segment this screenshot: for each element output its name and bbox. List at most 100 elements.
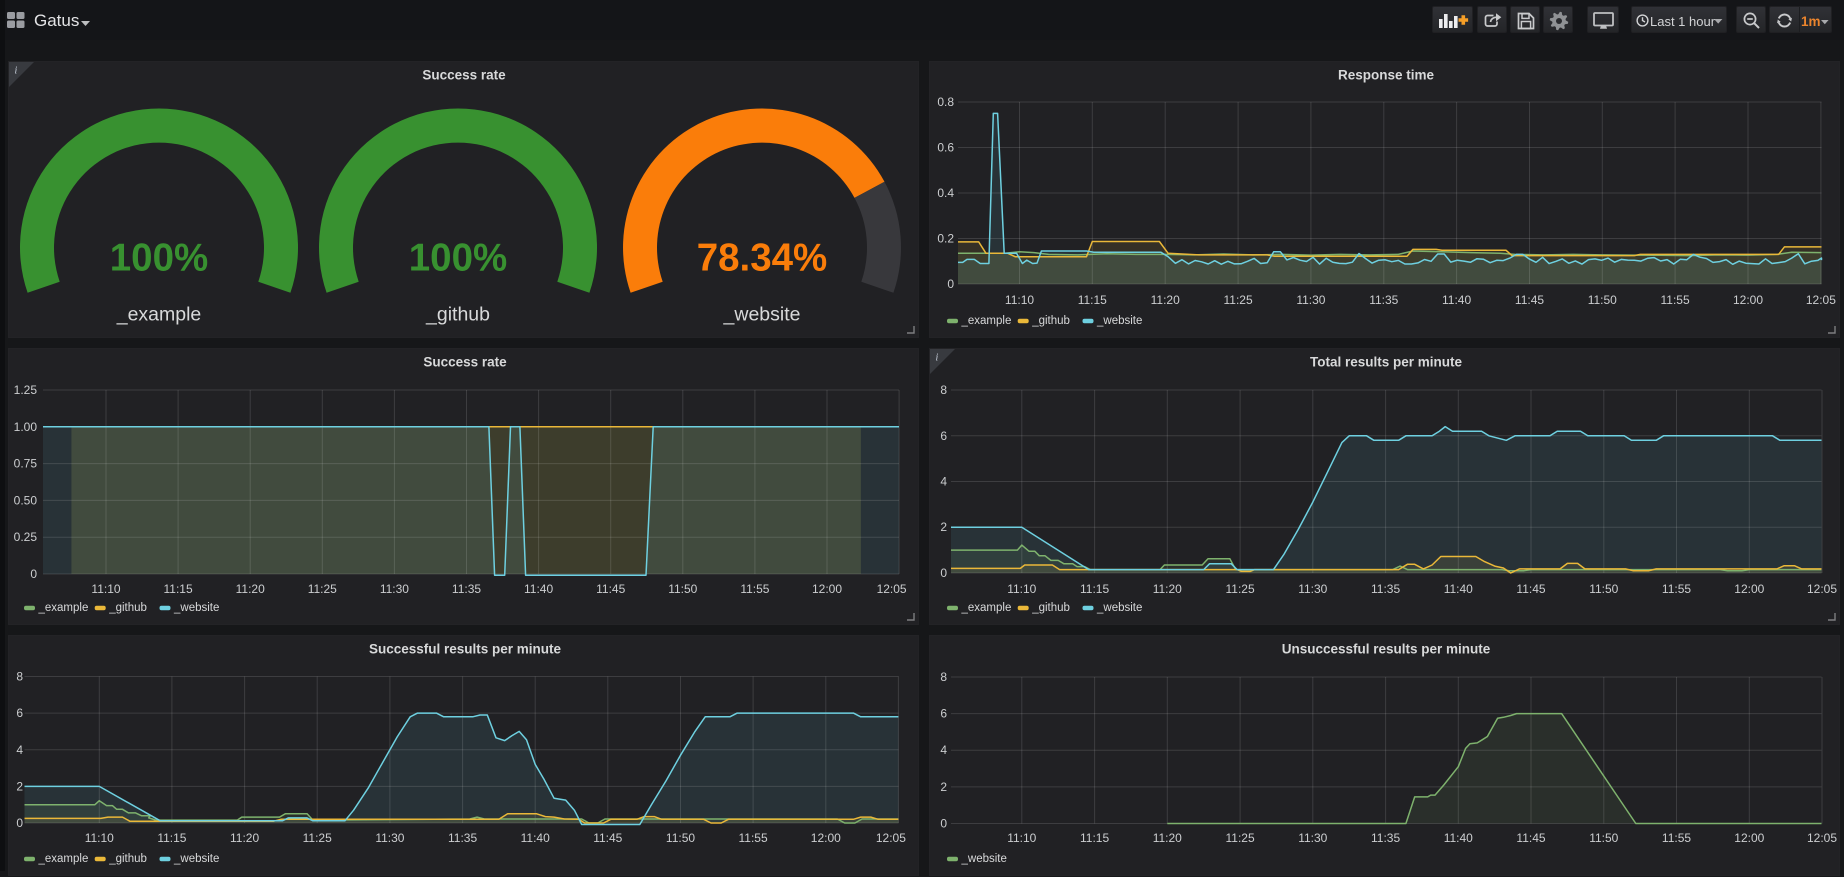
svg-text:11:55: 11:55 [740,582,769,596]
svg-text:0: 0 [940,817,947,831]
svg-text:11:10: 11:10 [1005,293,1034,307]
svg-text:11:10: 11:10 [1007,582,1036,596]
svg-text:4: 4 [940,475,947,489]
svg-text:11:15: 11:15 [1080,582,1109,596]
svg-text:i: i [15,66,18,77]
svg-text:11:10: 11:10 [91,582,120,596]
svg-text:_example: _example [38,853,89,865]
svg-text:11:20: 11:20 [1151,293,1180,307]
svg-text:11:50: 11:50 [1589,831,1618,845]
svg-text:1.00: 1.00 [14,420,38,434]
svg-text:11:15: 11:15 [157,831,186,845]
svg-text:i: i [936,353,939,364]
svg-text:11:15: 11:15 [1080,831,1109,845]
svg-text:11:35: 11:35 [1371,582,1400,596]
svg-text:1.25: 1.25 [14,383,38,397]
svg-text:11:10: 11:10 [1007,831,1036,845]
svg-text:Success rate: Success rate [422,68,506,83]
svg-text:100%: 100% [110,237,208,280]
svg-text:11:30: 11:30 [375,831,404,845]
svg-text:8: 8 [940,383,947,397]
svg-text:12:05: 12:05 [876,831,906,845]
svg-text:11:25: 11:25 [1226,582,1255,596]
svg-text:8: 8 [16,670,23,684]
svg-text:_github: _github [1031,315,1070,327]
svg-text:11:30: 11:30 [1296,293,1325,307]
svg-text:11:55: 11:55 [739,831,768,845]
svg-text:11:40: 11:40 [1444,582,1473,596]
svg-text:100%: 100% [409,237,507,280]
svg-text:_github: _github [425,304,490,326]
svg-text:0.2: 0.2 [937,232,954,246]
svg-text:11:35: 11:35 [448,831,477,845]
svg-text:_github: _github [1031,602,1070,614]
svg-text:12:00: 12:00 [812,582,842,596]
svg-text:12:05: 12:05 [1807,831,1837,845]
svg-text:_example: _example [961,602,1012,614]
svg-text:11:35: 11:35 [1371,831,1400,845]
svg-text:11:20: 11:20 [1153,582,1182,596]
svg-text:6: 6 [940,707,947,721]
svg-text:0: 0 [30,567,37,581]
svg-text:2: 2 [16,779,23,793]
svg-text:11:35: 11:35 [1369,293,1398,307]
svg-text:11:45: 11:45 [596,582,625,596]
svg-text:12:05: 12:05 [1807,582,1837,596]
svg-text:_github: _github [108,853,147,865]
svg-text:11:25: 11:25 [1226,831,1255,845]
svg-text:11:50: 11:50 [1588,293,1617,307]
svg-text:11:20: 11:20 [1153,831,1182,845]
svg-text:11:25: 11:25 [308,582,337,596]
svg-text:0: 0 [940,566,947,580]
svg-text:11:40: 11:40 [1444,831,1473,845]
svg-text:Response time: Response time [1338,68,1435,83]
svg-text:11:55: 11:55 [1662,582,1691,596]
svg-text:_website: _website [961,853,1007,865]
svg-text:Success rate: Success rate [423,355,507,370]
svg-text:2: 2 [940,780,947,794]
svg-text:Unsuccessful results per minut: Unsuccessful results per minute [1282,642,1491,657]
svg-text:0.50: 0.50 [14,493,38,507]
svg-text:11:10: 11:10 [85,831,114,845]
svg-text:12:00: 12:00 [811,831,841,845]
svg-text:11:45: 11:45 [593,831,622,845]
svg-text:11:25: 11:25 [303,831,332,845]
svg-text:11:15: 11:15 [164,582,193,596]
svg-text:11:55: 11:55 [1662,831,1691,845]
svg-text:11:45: 11:45 [1515,293,1544,307]
svg-text:Total results per minute: Total results per minute [1310,355,1463,370]
svg-text:11:15: 11:15 [1078,293,1107,307]
svg-text:11:25: 11:25 [1224,293,1253,307]
svg-text:11:20: 11:20 [230,831,259,845]
svg-text:_website: _website [173,853,219,865]
svg-text:11:50: 11:50 [668,582,697,596]
svg-text:11:40: 11:40 [521,831,550,845]
svg-text:11:30: 11:30 [1298,831,1327,845]
svg-text:11:45: 11:45 [1516,582,1545,596]
svg-text:11:30: 11:30 [380,582,409,596]
svg-text:_example: _example [38,602,89,614]
svg-text:0.4: 0.4 [937,186,954,200]
svg-text:12:05: 12:05 [877,582,907,596]
svg-text:0.25: 0.25 [14,530,38,544]
svg-text:11:40: 11:40 [1442,293,1471,307]
svg-text:Successful results per minute: Successful results per minute [369,642,562,657]
svg-text:_website: _website [1096,602,1142,614]
svg-text:0.75: 0.75 [14,457,38,471]
svg-text:12:05: 12:05 [1806,293,1836,307]
svg-text:12:00: 12:00 [1734,582,1764,596]
svg-text:4: 4 [940,743,947,757]
svg-text:11:20: 11:20 [236,582,265,596]
svg-text:6: 6 [16,706,23,720]
svg-text:6: 6 [940,429,947,443]
svg-text:11:50: 11:50 [666,831,695,845]
svg-text:_website: _website [723,304,801,326]
svg-text:_website: _website [173,602,219,614]
svg-text:8: 8 [940,670,947,684]
svg-text:11:35: 11:35 [452,582,481,596]
svg-text:12:00: 12:00 [1733,293,1763,307]
svg-text:11:45: 11:45 [1516,831,1545,845]
svg-text:12:00: 12:00 [1734,831,1764,845]
svg-text:0.8: 0.8 [937,95,954,109]
svg-text:_github: _github [108,602,147,614]
